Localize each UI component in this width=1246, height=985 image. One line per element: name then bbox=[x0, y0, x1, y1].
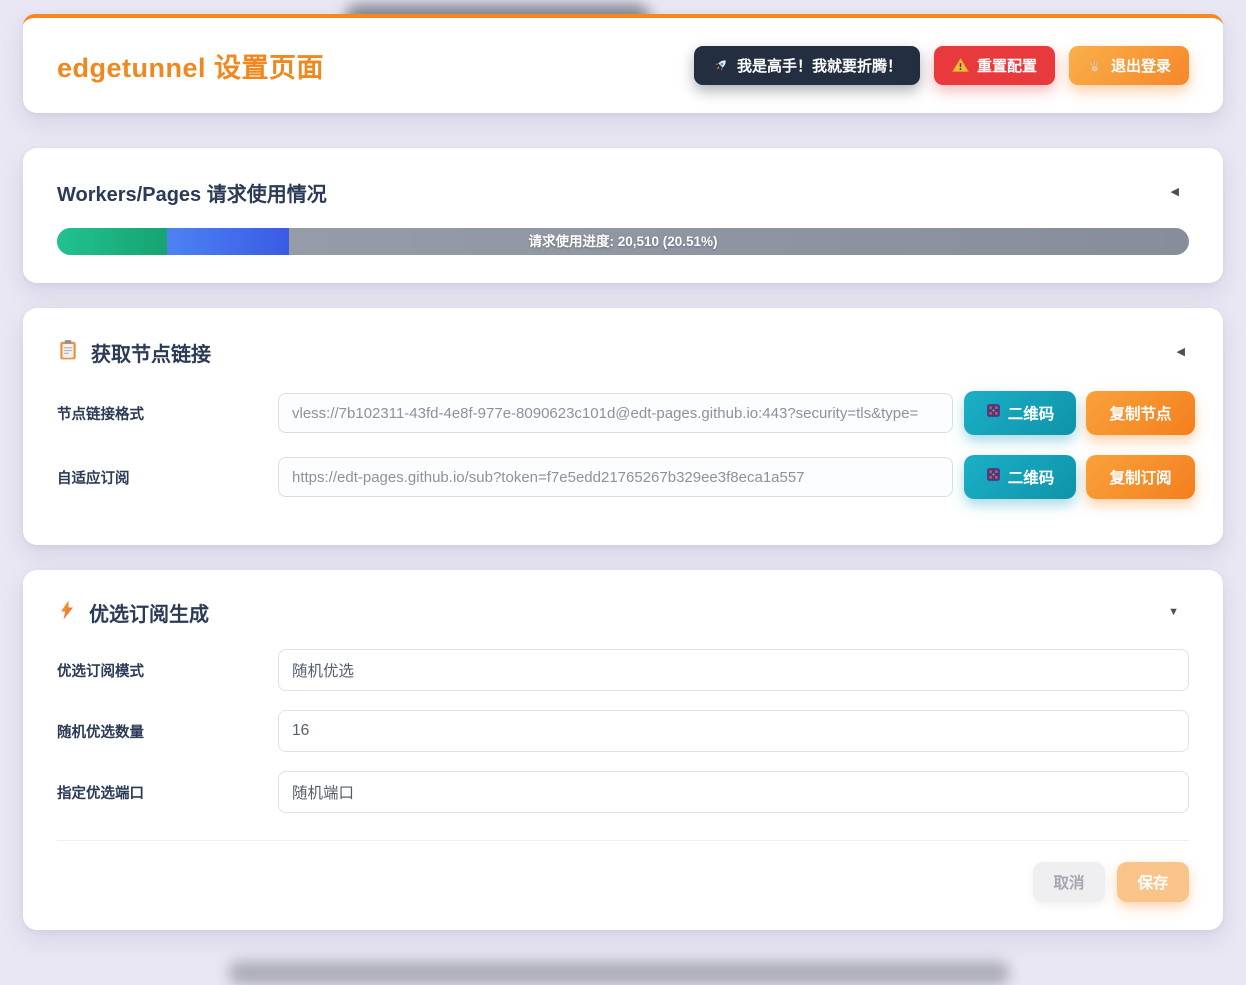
advanced-mode-label: 我是高手！我就要折腾！ bbox=[737, 55, 902, 76]
header-actions: 我是高手！我就要折腾！ 重置配置 bbox=[694, 46, 1189, 85]
form-footer: 取消 保存 bbox=[57, 841, 1189, 902]
page-title: edgetunnel 设置页面 bbox=[57, 46, 324, 85]
cancel-button[interactable]: 取消 bbox=[1033, 862, 1105, 902]
adaptive-subscription-label: 自适应订阅 bbox=[57, 467, 278, 488]
preferred-port-input[interactable] bbox=[278, 771, 1189, 813]
header-card: edgetunnel 设置页面 我是高手！我就要折腾！ bbox=[23, 14, 1223, 113]
wave-icon bbox=[1087, 58, 1103, 74]
preferred-subscription-title-text: 优选订阅生成 bbox=[89, 598, 209, 627]
copy-subscription-button[interactable]: 复制订阅 bbox=[1086, 455, 1195, 499]
preferred-mode-label: 优选订阅模式 bbox=[57, 660, 278, 681]
adaptive-subscription-input[interactable] bbox=[278, 457, 953, 497]
advanced-mode-button[interactable]: 我是高手！我就要折腾！ bbox=[694, 46, 920, 85]
save-button[interactable]: 保存 bbox=[1117, 862, 1189, 902]
copy-subscription-label: 复制订阅 bbox=[1109, 466, 1171, 488]
subscription-qrcode-button[interactable]: 二维码 bbox=[964, 455, 1076, 499]
rocket-icon bbox=[712, 57, 729, 74]
node-link-input[interactable] bbox=[278, 393, 953, 433]
preferred-subscription-card: 优选订阅生成 ▼ 优选订阅模式 随机优选数量 指定优选端口 取消 保存 bbox=[23, 570, 1223, 930]
reset-config-button[interactable]: 重置配置 bbox=[934, 46, 1055, 85]
collapse-left-icon[interactable]: ◀ bbox=[1173, 343, 1189, 362]
clipboard-icon bbox=[57, 339, 79, 367]
qrcode-icon bbox=[986, 403, 1001, 423]
collapse-left-icon[interactable]: ◀ bbox=[1167, 183, 1183, 202]
warning-icon bbox=[952, 57, 969, 74]
node-link-row: 节点链接格式 二维码 复制节点 bbox=[57, 391, 1195, 435]
logout-button[interactable]: 退出登录 bbox=[1069, 46, 1189, 85]
random-count-label: 随机优选数量 bbox=[57, 721, 278, 742]
node-qrcode-label: 二维码 bbox=[1008, 402, 1055, 424]
node-links-card-title: 获取节点链接 bbox=[57, 338, 211, 367]
usage-progress-bar: 请求使用进度: 20,510 (20.51%) bbox=[57, 228, 1189, 255]
collapse-down-icon[interactable]: ▼ bbox=[1164, 603, 1183, 622]
reset-config-label: 重置配置 bbox=[977, 55, 1037, 76]
preferred-mode-input[interactable] bbox=[278, 649, 1189, 691]
random-count-row: 随机优选数量 bbox=[57, 710, 1189, 752]
logout-label: 退出登录 bbox=[1111, 55, 1171, 76]
hidden-toast-shadow-bottom bbox=[228, 961, 1010, 985]
progress-label: 请求使用进度: 20,510 (20.51%) bbox=[57, 228, 1189, 255]
preferred-port-label: 指定优选端口 bbox=[57, 782, 278, 803]
subscription-qrcode-label: 二维码 bbox=[1008, 466, 1055, 488]
usage-card-title: Workers/Pages 请求使用情况 bbox=[57, 178, 327, 207]
node-links-card: 获取节点链接 ◀ 节点链接格式 二维码 bbox=[23, 308, 1223, 545]
preferred-subscription-title: 优选订阅生成 bbox=[57, 598, 209, 627]
usage-card: Workers/Pages 请求使用情况 ◀ 请求使用进度: 20,510 (2… bbox=[23, 148, 1223, 283]
qrcode-icon bbox=[986, 467, 1001, 487]
node-link-format-label: 节点链接格式 bbox=[57, 403, 278, 424]
adaptive-subscription-row: 自适应订阅 二维码 复制订阅 bbox=[57, 455, 1195, 499]
copy-node-label: 复制节点 bbox=[1109, 402, 1171, 424]
copy-node-button[interactable]: 复制节点 bbox=[1086, 391, 1195, 435]
preferred-mode-row: 优选订阅模式 bbox=[57, 649, 1189, 691]
random-count-input[interactable] bbox=[278, 710, 1189, 752]
lightning-icon bbox=[57, 599, 77, 627]
node-links-title-text: 获取节点链接 bbox=[91, 338, 211, 367]
node-qrcode-button[interactable]: 二维码 bbox=[964, 391, 1076, 435]
preferred-port-row: 指定优选端口 bbox=[57, 771, 1189, 813]
